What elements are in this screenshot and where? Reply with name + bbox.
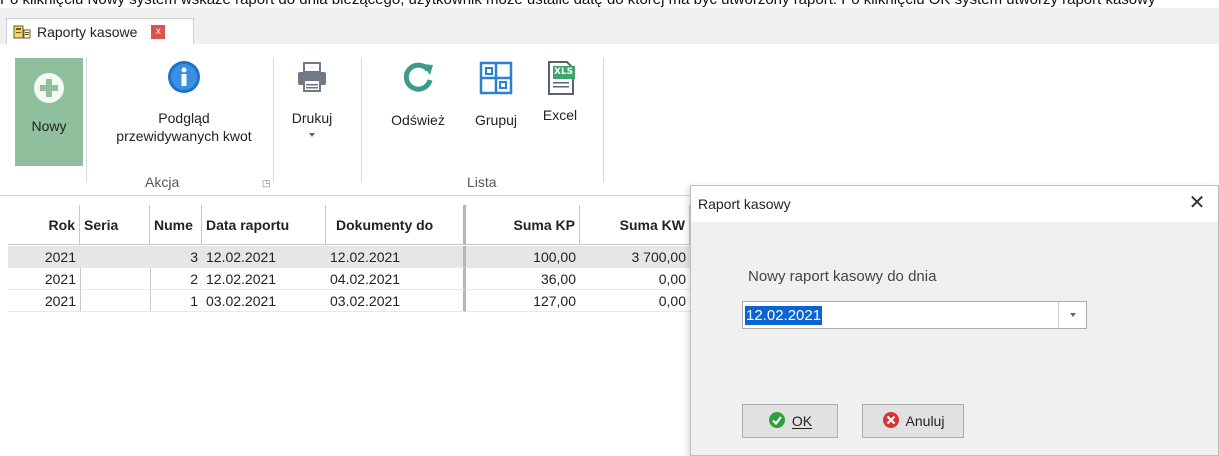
dialog-launcher-icon[interactable]: ◳ — [262, 178, 271, 189]
ribbon-separator — [603, 58, 604, 182]
table-cell[interactable] — [80, 268, 150, 290]
table-cell[interactable]: 36,00 — [466, 268, 580, 290]
cancel-icon — [882, 411, 900, 432]
chevron-down-icon[interactable] — [1058, 302, 1086, 328]
group-label: Grupuj — [474, 112, 518, 128]
preview-amounts-button[interactable]: Podgląd przewidywanych kwot — [98, 60, 270, 172]
ok-label: OK — [791, 413, 813, 429]
column-header-rok[interactable]: Rok — [8, 205, 80, 245]
table-cell[interactable]: 12.02.2021 — [202, 246, 326, 268]
table-cell[interactable]: 12.02.2021 — [202, 268, 326, 290]
dialog-titlebar[interactable]: Raport kasowy ✕ — [691, 186, 1218, 222]
chevron-down-icon — [307, 127, 317, 143]
excel-badge: XLS — [554, 67, 574, 77]
column-header-dokumenty-do[interactable]: Dokumenty do — [326, 205, 466, 245]
excel-label: Excel — [542, 107, 578, 123]
table-cell[interactable]: 2021 — [8, 268, 80, 290]
check-icon — [768, 411, 786, 432]
cash-register-icon — [13, 24, 31, 40]
dialog-prompt: Nowy raport kasowy do dnia — [748, 268, 937, 285]
excel-icon: XLS — [543, 60, 577, 96]
ribbon-separator — [273, 58, 274, 182]
preview-label-2: przewidywanych kwot — [116, 128, 252, 144]
cancel-label: Anuluj — [905, 413, 945, 429]
tab-raporty-kasowe[interactable]: Raporty kasowe x — [6, 18, 194, 44]
table-cell[interactable]: 127,00 — [466, 290, 580, 312]
print-button[interactable]: Drukuj — [282, 60, 342, 172]
plus-icon — [33, 72, 65, 107]
table-cell[interactable]: 100,00 — [466, 246, 580, 268]
table-cell[interactable]: 03.02.2021 — [202, 290, 326, 312]
ribbon: Nowy Podgląd przewidywanych kwot Drukuj … — [0, 44, 1219, 196]
new-cash-report-dialog: Raport kasowy ✕ Nowy raport kasowy do dn… — [690, 185, 1219, 456]
ribbon-separator — [361, 58, 362, 182]
column-header-seria[interactable]: Seria — [80, 205, 150, 245]
table-cell[interactable]: 12.02.2021 — [326, 246, 466, 268]
tab-title: Raporty kasowe — [37, 23, 138, 40]
refresh-icon — [400, 60, 436, 99]
table-cell[interactable]: 2 — [150, 268, 202, 290]
print-label: Drukuj — [291, 110, 333, 126]
refresh-label: Odśwież — [391, 112, 445, 128]
table-cell[interactable]: 03.02.2021 — [326, 290, 466, 312]
column-header-numer[interactable]: Nume — [150, 205, 202, 245]
cancel-button[interactable]: Anuluj — [862, 404, 964, 438]
table-cell[interactable]: 2021 — [8, 290, 80, 312]
ribbon-separator — [86, 58, 87, 182]
table-cell[interactable]: 3 — [150, 246, 202, 268]
date-value[interactable]: 12.02.2021 — [745, 306, 823, 325]
table-cell[interactable]: 3 700,00 — [580, 246, 690, 268]
printer-icon — [295, 60, 329, 97]
info-icon — [167, 60, 201, 97]
column-header-suma-kp[interactable]: Suma KP — [466, 205, 580, 245]
table-cell[interactable] — [80, 246, 150, 268]
excel-button[interactable]: XLS Excel — [534, 60, 586, 160]
tab-close-icon[interactable]: x — [151, 24, 166, 39]
table-cell[interactable]: 1 — [150, 290, 202, 312]
date-combo[interactable]: 12.02.2021 — [742, 301, 1087, 329]
column-header-data-raportu[interactable]: Data raportu — [202, 205, 326, 245]
group-lista-label: Lista — [467, 174, 497, 190]
close-icon[interactable]: ✕ — [1185, 192, 1209, 216]
table-cell[interactable]: 0,00 — [580, 268, 690, 290]
group-akcja-label: Akcja — [145, 174, 180, 190]
column-header-suma-kw[interactable]: Suma KW — [580, 205, 690, 245]
new-button[interactable]: Nowy — [15, 58, 83, 166]
refresh-button[interactable]: Odśwież — [381, 60, 455, 160]
ok-button[interactable]: OK — [742, 404, 838, 438]
table-cell[interactable]: 2021 — [8, 246, 80, 268]
table-cell[interactable] — [80, 290, 150, 312]
table-cell[interactable]: 0,00 — [580, 290, 690, 312]
preview-label-1: Podgląd — [158, 110, 210, 126]
tab-strip: Raporty kasowe x — [0, 8, 1219, 44]
group-button[interactable]: Grupuj — [463, 60, 529, 160]
dialog-title: Raport kasowy — [698, 196, 791, 212]
group-icon — [478, 60, 514, 99]
new-button-label: Nowy — [31, 118, 67, 134]
table-cell[interactable]: 04.02.2021 — [326, 268, 466, 290]
